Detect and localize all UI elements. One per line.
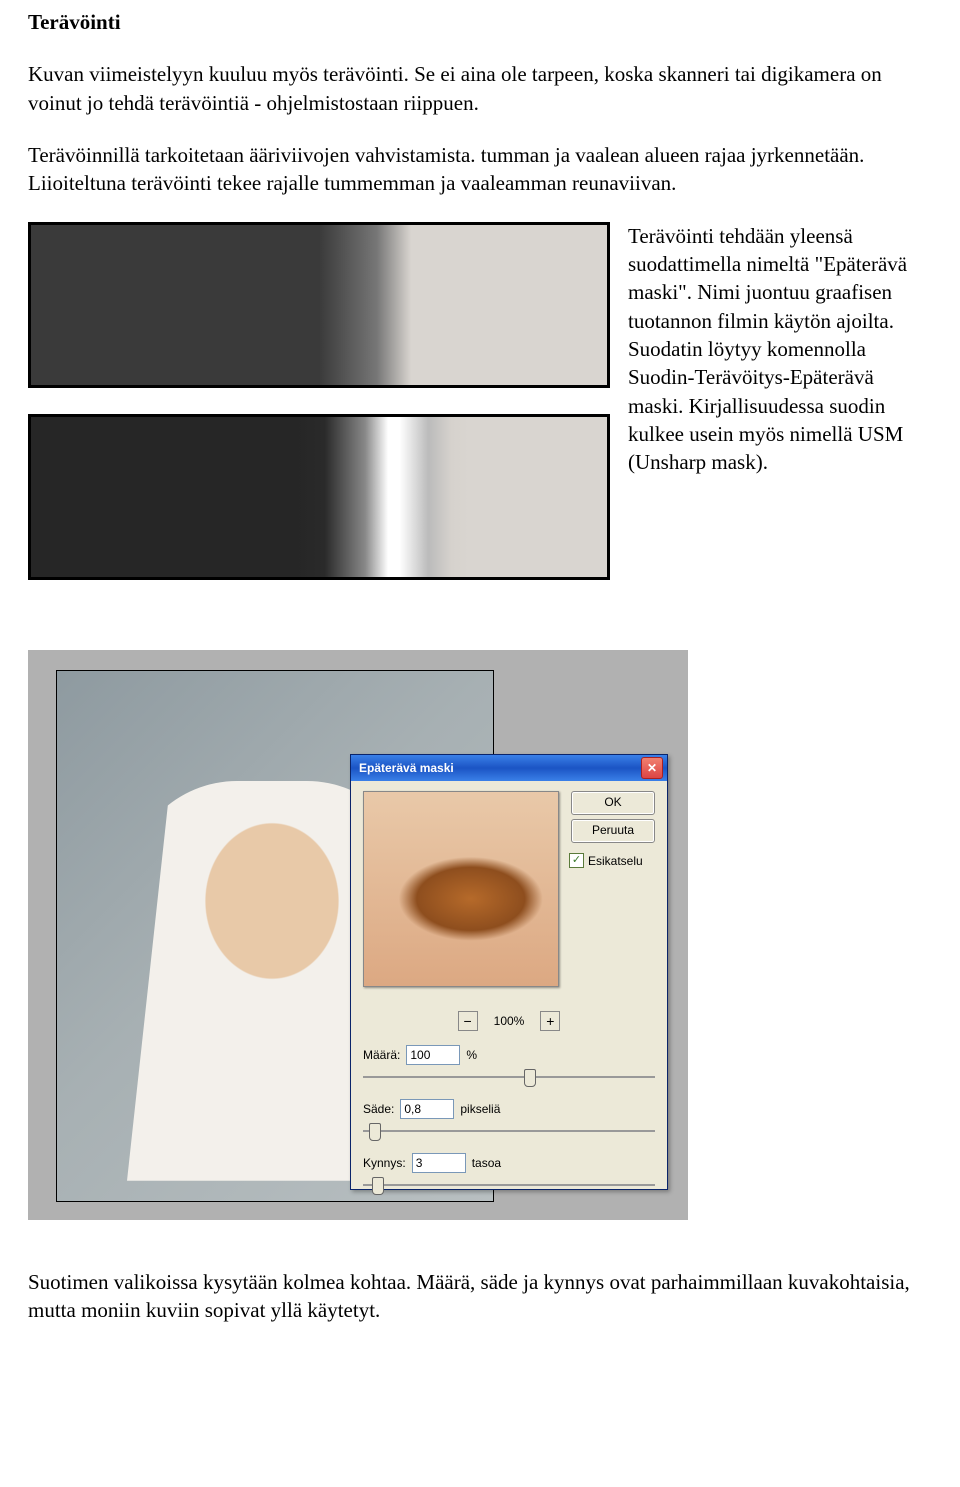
dialog-titlebar[interactable]: Epäterävä maski ✕ bbox=[351, 755, 667, 781]
paragraph-1: Kuvan viimeistelyyn kuuluu myös terävöin… bbox=[28, 60, 932, 117]
close-icon[interactable]: ✕ bbox=[641, 757, 663, 779]
gradient-caption-text: Terävöinti tehdään yleensä suodattimella… bbox=[628, 222, 932, 477]
preview-checkbox[interactable]: ✓ bbox=[569, 853, 584, 868]
dialog-body: OK Peruuta ✓ Esikatselu − 100% + Määrä: … bbox=[351, 781, 667, 797]
radius-label: Säde: bbox=[363, 1101, 394, 1117]
gradient-figure-row: Terävöinti tehdään yleensä suodattimella… bbox=[28, 222, 932, 580]
amount-input[interactable] bbox=[406, 1045, 460, 1065]
dialog-title: Epäterävä maski bbox=[359, 760, 641, 776]
amount-unit: % bbox=[466, 1047, 477, 1063]
zoom-in-button[interactable]: + bbox=[540, 1011, 560, 1031]
gradient-original bbox=[28, 222, 610, 388]
unsharp-mask-dialog: Epäterävä maski ✕ OK Peruuta ✓ Esikatsel… bbox=[350, 754, 668, 1190]
threshold-slider[interactable] bbox=[363, 1175, 655, 1195]
preview-checkbox-label: Esikatselu bbox=[588, 853, 643, 869]
threshold-unit: tasoa bbox=[472, 1155, 501, 1171]
threshold-label: Kynnys: bbox=[363, 1155, 406, 1171]
amount-slider[interactable] bbox=[363, 1067, 655, 1087]
zoom-controls: − 100% + bbox=[351, 1011, 667, 1031]
footer-paragraph: Suotimen valikoissa kysytään kolmea koht… bbox=[28, 1268, 932, 1325]
zoom-out-button[interactable]: − bbox=[458, 1011, 478, 1031]
preview-checkbox-row[interactable]: ✓ Esikatselu bbox=[569, 853, 655, 869]
ok-button[interactable]: OK bbox=[571, 791, 655, 815]
radius-unit: pikseliä bbox=[460, 1101, 500, 1117]
screenshot-container: Epäterävä maski ✕ OK Peruuta ✓ Esikatsel… bbox=[28, 650, 688, 1220]
cancel-button[interactable]: Peruuta bbox=[571, 819, 655, 843]
radius-slider[interactable] bbox=[363, 1121, 655, 1141]
radius-input[interactable] bbox=[400, 1099, 454, 1119]
threshold-input[interactable] bbox=[412, 1153, 466, 1173]
dialog-preview-image[interactable] bbox=[363, 791, 559, 987]
radius-param: Säde: pikseliä bbox=[363, 1099, 655, 1141]
amount-label: Määrä: bbox=[363, 1047, 400, 1063]
section-title: Terävöinti bbox=[28, 8, 932, 36]
paragraph-2: Terävöinnillä tarkoitetaan ääriviivojen … bbox=[28, 141, 932, 198]
amount-param: Määrä: % bbox=[363, 1045, 655, 1087]
zoom-percent: 100% bbox=[494, 1013, 525, 1029]
threshold-param: Kynnys: tasoa bbox=[363, 1153, 655, 1195]
gradient-stack bbox=[28, 222, 610, 580]
gradient-caption: Terävöinti tehdään yleensä suodattimella… bbox=[628, 222, 932, 477]
gradient-sharpened bbox=[28, 414, 610, 580]
